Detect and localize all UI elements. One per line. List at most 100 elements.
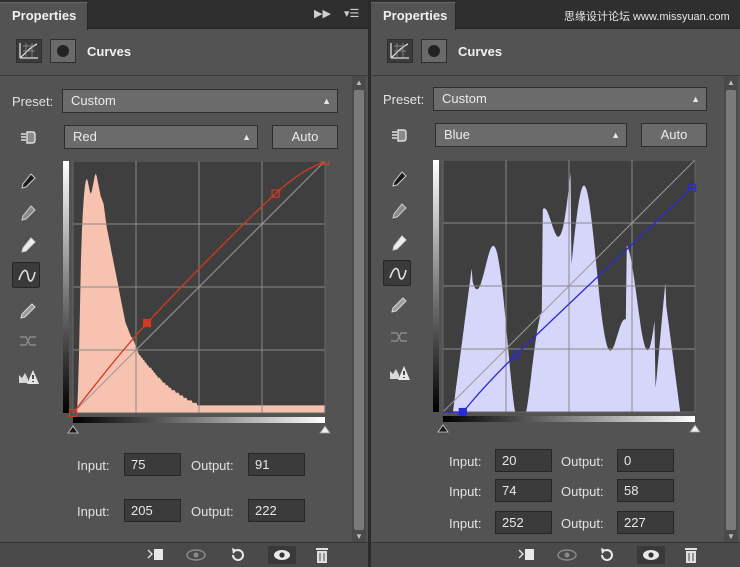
tab-properties[interactable]: Properties (371, 2, 456, 30)
input-label-2: Input: (77, 504, 110, 519)
scroll-thumb[interactable] (726, 90, 736, 530)
curve-control-point[interactable] (142, 319, 152, 328)
preset-dropdown[interactable]: Custom ▲ (433, 87, 707, 111)
gray-point-eyedropper-icon[interactable] (14, 200, 42, 226)
reset-icon[interactable] (597, 546, 617, 564)
output-label-3: Output: (561, 516, 604, 531)
visibility-eye-icon[interactable] (268, 546, 296, 564)
output-label-2: Output: (191, 504, 234, 519)
clipping-warning-icon[interactable] (14, 364, 42, 390)
footer-bar (371, 542, 740, 567)
properties-panel-left: Properties ▶▶ ▾☰ Curves Preset: Custom ▲… (0, 0, 368, 567)
tab-bar: Properties ▶▶ ▾☰ (0, 0, 368, 30)
channel-dropdown[interactable]: Red ▲ (64, 125, 258, 149)
reset-icon[interactable] (228, 546, 248, 564)
curves-adjustment-icon[interactable] (387, 39, 413, 63)
view-previous-state-icon[interactable] (185, 546, 206, 564)
pencil-icon[interactable] (14, 298, 42, 324)
preset-value: Custom (71, 93, 116, 108)
scroll-up-icon[interactable]: ▲ (724, 78, 738, 87)
white-point-eyedropper-icon[interactable] (14, 232, 42, 258)
clip-to-layer-icon[interactable] (145, 546, 165, 564)
scroll-down-icon[interactable]: ▼ (352, 532, 366, 541)
targeted-adjustment-hand-icon[interactable] (14, 124, 42, 150)
input-field-3[interactable]: 252 (495, 511, 552, 534)
curves-body: Preset: Custom ▲ Blue ▲ Auto Input: 20 O… (371, 76, 740, 543)
pencil-icon[interactable] (385, 292, 413, 318)
black-point-eyedropper-icon[interactable] (14, 168, 42, 194)
curve-points-tool-icon[interactable] (12, 262, 40, 288)
output-field-2[interactable]: 222 (248, 499, 305, 522)
output-gradient-bar (63, 161, 69, 413)
gray-point-eyedropper-icon[interactable] (385, 198, 413, 224)
input-field-2[interactable]: 205 (124, 499, 181, 522)
white-input-slider[interactable] (689, 424, 701, 433)
tab-properties[interactable]: Properties (0, 2, 88, 30)
adjustment-header: Curves (0, 29, 368, 76)
output-field-1[interactable]: 91 (248, 453, 305, 476)
view-previous-state-icon[interactable] (556, 546, 577, 564)
black-point-eyedropper-icon[interactable] (385, 166, 413, 192)
curve-points-tool-icon[interactable] (383, 260, 411, 286)
channel-dropdown[interactable]: Blue ▲ (435, 123, 627, 147)
targeted-adjustment-hand-icon[interactable] (385, 122, 413, 148)
preset-label: Preset: (383, 92, 425, 107)
panel-menu-icon[interactable]: ▾☰ (344, 7, 359, 20)
black-input-slider[interactable] (437, 424, 449, 433)
watermark: 思缘设计论坛 www.missyuan.com (564, 11, 730, 23)
input-field-2[interactable]: 74 (495, 479, 552, 502)
properties-panel-right: Properties 思缘设计论坛 www.missyuan.com Curve… (371, 0, 740, 567)
input-label-3: Input: (449, 516, 482, 531)
delete-trash-icon[interactable] (681, 546, 701, 564)
visibility-eye-icon[interactable] (637, 546, 665, 564)
adjustment-title: Curves (458, 44, 503, 59)
channel-value: Red (73, 129, 97, 144)
curves-graph[interactable] (63, 156, 333, 444)
output-label-2: Output: (561, 484, 604, 499)
dropdown-arrows-icon: ▲ (322, 96, 331, 106)
adjustment-title: Curves (87, 44, 132, 59)
curves-graph[interactable] (433, 159, 703, 443)
collapse-icon[interactable]: ▶▶ (314, 7, 331, 20)
smooth-curve-icon[interactable] (14, 328, 42, 354)
tab-bar: Properties 思缘设计论坛 www.missyuan.com (371, 0, 740, 30)
white-input-slider[interactable] (319, 425, 331, 434)
smooth-curve-icon[interactable] (385, 324, 413, 350)
white-point-eyedropper-icon[interactable] (385, 230, 413, 256)
preset-label: Preset: (12, 94, 54, 109)
input-label-1: Input: (77, 458, 110, 473)
scrollbar[interactable]: ▲ ▼ (352, 76, 366, 543)
input-label-1: Input: (449, 454, 482, 469)
auto-button[interactable]: Auto (272, 125, 338, 149)
dropdown-arrows-icon: ▲ (242, 132, 251, 142)
scrollbar[interactable]: ▲ ▼ (724, 76, 738, 543)
channel-value: Blue (444, 127, 471, 142)
delete-trash-icon[interactable] (312, 546, 332, 564)
output-field-1[interactable]: 0 (617, 449, 674, 472)
input-gradient-bar (443, 416, 695, 422)
scroll-up-icon[interactable]: ▲ (352, 78, 366, 87)
clip-to-layer-icon[interactable] (516, 546, 536, 564)
output-field-3[interactable]: 227 (617, 511, 674, 534)
preset-dropdown[interactable]: Custom ▲ (62, 89, 338, 113)
scroll-thumb[interactable] (354, 90, 364, 530)
black-input-slider[interactable] (67, 425, 79, 434)
preset-value: Custom (442, 91, 487, 106)
clipping-warning-icon[interactable] (385, 360, 413, 386)
output-field-2[interactable]: 58 (617, 479, 674, 502)
output-label-1: Output: (191, 458, 234, 473)
adjustment-header: Curves (371, 29, 740, 76)
input-field-1[interactable]: 75 (124, 453, 181, 476)
mask-icon[interactable] (421, 39, 447, 63)
output-label-1: Output: (561, 454, 604, 469)
curves-body: Preset: Custom ▲ Red ▲ Auto Input: 75 Ou… (0, 76, 368, 543)
curves-adjustment-icon[interactable] (16, 39, 42, 63)
curve-control-point[interactable] (458, 407, 467, 417)
input-gradient-bar (73, 417, 325, 423)
scroll-down-icon[interactable]: ▼ (724, 532, 738, 541)
output-gradient-bar (433, 160, 439, 412)
input-field-1[interactable]: 20 (495, 449, 552, 472)
mask-icon[interactable] (50, 39, 76, 63)
dropdown-arrows-icon: ▲ (611, 130, 620, 140)
auto-button[interactable]: Auto (641, 123, 707, 147)
